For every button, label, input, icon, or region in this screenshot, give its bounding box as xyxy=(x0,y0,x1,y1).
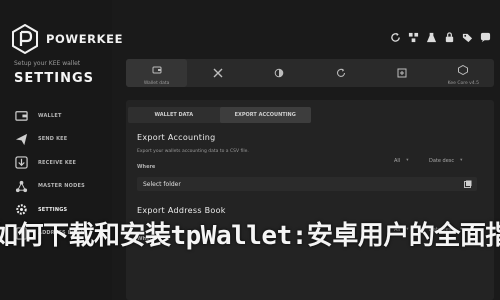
subtab-export-accounting[interactable]: EXPORT ACCOUNTING xyxy=(219,107,311,123)
tab-kee-core[interactable]: Kee Core v4.5 xyxy=(433,59,494,87)
overlay-caption: 如何下载和安装tpWallet:安卓用户的全面指南 xyxy=(0,215,500,255)
network-icon[interactable] xyxy=(407,31,419,43)
folder-select-field[interactable]: Select folder xyxy=(137,177,477,191)
core-icon xyxy=(458,60,469,79)
overlay-caption-text: 如何下载和安装tpWallet:安卓用户的全面指南 xyxy=(0,221,500,251)
tab-tools[interactable] xyxy=(187,59,248,87)
subtab-wallet-data[interactable]: WALLET DATA xyxy=(128,107,220,123)
flask-icon[interactable] xyxy=(425,31,437,43)
sidebar: POWERKEE Setup your KEE wallet SETTINGS … xyxy=(0,0,122,300)
tools-icon xyxy=(213,63,223,82)
sidebar-item-label: RECEIVE KEE xyxy=(38,159,77,166)
folder-icon[interactable] xyxy=(464,180,472,188)
powerkee-logo-icon xyxy=(12,24,38,54)
sort-order-select[interactable]: Date desc ▾ xyxy=(429,156,462,165)
where-label: Where xyxy=(137,164,156,170)
help-icon[interactable] xyxy=(479,31,491,43)
tab-label: Wallet data xyxy=(143,81,170,86)
chevron-down-icon: ▾ xyxy=(406,158,409,163)
tab-wallet-data[interactable]: Wallet data xyxy=(126,59,188,87)
wallet-icon xyxy=(14,109,28,123)
chevron-down-icon: ▾ xyxy=(460,158,463,163)
options-icon xyxy=(397,63,407,82)
receive-icon xyxy=(14,156,28,170)
settings-tabbar: Wallet data Kee Core v4.5 xyxy=(126,59,494,87)
content-panel xyxy=(126,100,494,300)
subtab-bar: WALLET DATA EXPORT ACCOUNTING xyxy=(128,107,311,123)
brand[interactable]: POWERKEE xyxy=(12,24,123,54)
tab-sync[interactable] xyxy=(310,59,371,87)
sidebar-item-label: MASTER NODES xyxy=(38,183,85,190)
setup-text: Setup your KEE wallet xyxy=(14,60,81,67)
tab-options[interactable] xyxy=(371,59,432,87)
sidebar-item-label: SEND KEE xyxy=(38,136,68,143)
sidebar-item-label: SETTINGS xyxy=(38,206,68,213)
sidebar-item-send[interactable]: SEND KEE xyxy=(14,128,110,152)
refresh-icon[interactable] xyxy=(389,31,401,43)
brand-name: POWERKEE xyxy=(46,32,124,46)
display-icon xyxy=(274,63,284,82)
tab-display[interactable] xyxy=(249,59,310,87)
tag-icon[interactable] xyxy=(461,31,473,43)
filter-type-value: All xyxy=(394,157,401,164)
send-icon xyxy=(14,132,28,146)
page-title: SETTINGS xyxy=(14,71,95,86)
filter-type-select[interactable]: All ▾ xyxy=(394,156,408,165)
sidebar-item-receive[interactable]: RECEIVE KEE xyxy=(14,151,110,175)
export-accounting-title: Export Accounting xyxy=(137,133,216,142)
wallet-data-icon xyxy=(152,60,162,79)
sort-order-value: Date desc xyxy=(429,157,455,164)
sidebar-item-wallet[interactable]: WALLET xyxy=(14,104,110,128)
sidebar-item-masternodes[interactable]: MASTER NODES xyxy=(14,175,110,199)
masternodes-icon xyxy=(14,179,28,193)
lock-icon[interactable] xyxy=(443,31,455,43)
tab-label: Kee Core v4.5 xyxy=(447,81,479,86)
sync-icon xyxy=(336,63,346,82)
folder-select-value: Select folder xyxy=(143,180,181,188)
export-address-book-title: Export Address Book xyxy=(137,206,226,215)
sidebar-item-label: WALLET xyxy=(38,112,62,119)
export-accounting-description: Export your wallets accounting data to a… xyxy=(137,149,249,154)
window-toolbar xyxy=(389,31,491,43)
